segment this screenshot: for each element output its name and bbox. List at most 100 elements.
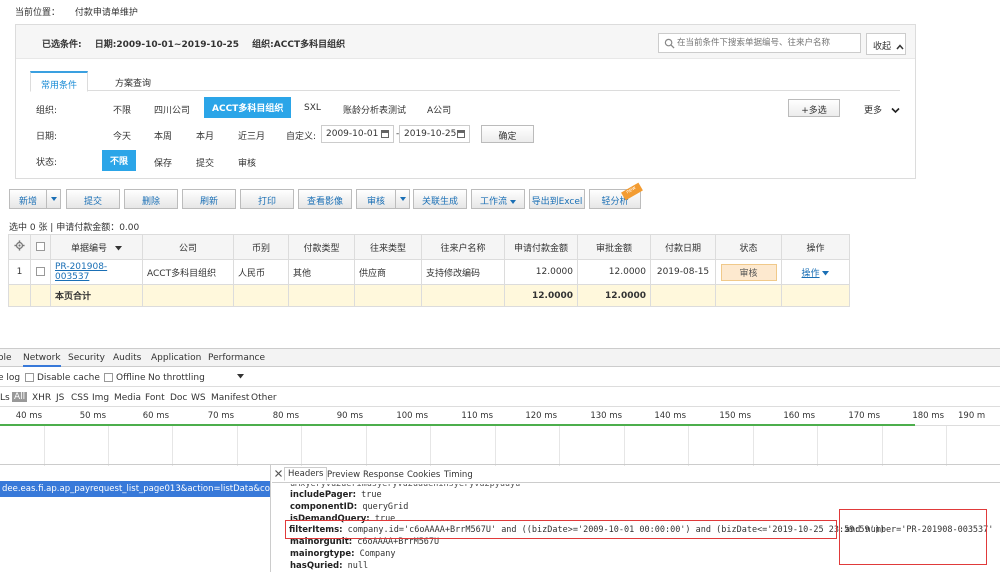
filter-xhr[interactable]: XHR — [32, 393, 51, 403]
select-all-cell[interactable] — [30, 234, 51, 260]
refresh-button[interactable]: 刷新 — [182, 189, 236, 209]
audit-button[interactable]: 审核 — [356, 189, 396, 209]
table-row[interactable]: 1 PR-201908-003537 ACCT多科目组织 人民币 其他 供应商 … — [8, 259, 850, 285]
detail-tab-timing[interactable]: Timing — [444, 470, 473, 480]
search-input[interactable] — [677, 36, 857, 50]
preserve-log-label[interactable]: e log — [0, 373, 20, 383]
column-header-pay-date[interactable]: 付款日期 — [650, 234, 716, 260]
sort-down-icon[interactable] — [114, 245, 122, 251]
new-dropdown-button[interactable] — [47, 189, 61, 209]
print-button[interactable]: 打印 — [240, 189, 294, 209]
view-image-button[interactable]: 查看影像 — [298, 189, 352, 209]
detail-tab-headers[interactable]: Headers — [284, 467, 328, 481]
devtools-tab-console[interactable]: ole — [0, 353, 12, 363]
org-option-acct[interactable]: ACCT多科目组织 — [204, 97, 292, 118]
action-cell[interactable]: 操作 — [781, 259, 850, 285]
row-checkbox-cell[interactable] — [30, 259, 51, 285]
search-box[interactable] — [658, 33, 861, 53]
offline-label[interactable]: Offline — [116, 373, 146, 383]
status-option-saved[interactable]: 保存 — [154, 152, 172, 173]
confirm-date-button[interactable]: 确定 — [481, 125, 534, 143]
filter-css[interactable]: CSS — [71, 393, 89, 403]
org-option-sichuan[interactable]: 四川公司 — [154, 99, 190, 120]
audit-dropdown-button[interactable] — [396, 189, 410, 209]
dropdown-arrow-icon[interactable] — [237, 374, 244, 379]
calendar-icon[interactable] — [457, 130, 465, 138]
filter-img[interactable]: Img — [92, 393, 109, 403]
date-option-today[interactable]: 今天 — [113, 125, 131, 146]
date-option-month[interactable]: 本月 — [196, 125, 214, 146]
delete-button[interactable]: 删除 — [124, 189, 178, 209]
disable-cache-checkbox[interactable] — [25, 373, 34, 382]
column-header-apply-amount[interactable]: 申请付款金额 — [504, 234, 578, 260]
calendar-icon[interactable] — [381, 130, 389, 138]
column-header-pay-type[interactable]: 付款类型 — [288, 234, 355, 260]
org-option-sxl[interactable]: SXL — [304, 99, 321, 117]
timeline-tick: 110 ms — [461, 411, 493, 421]
export-excel-button[interactable]: 导出到Excel — [529, 189, 585, 209]
offline-checkbox[interactable] — [104, 373, 113, 382]
devtools-tab-security[interactable]: Security — [68, 353, 105, 363]
more-button[interactable]: 更多 — [864, 103, 900, 116]
column-header-status[interactable]: 状态 — [715, 234, 782, 260]
disable-cache-label[interactable]: Disable cache — [37, 373, 100, 383]
workflow-button[interactable]: 工作流 — [471, 189, 525, 209]
column-header-label: 单据编号 — [71, 243, 108, 254]
throttling-select[interactable]: No throttling — [148, 373, 205, 383]
multi-select-button[interactable]: +多选 — [788, 99, 840, 117]
filter-doc[interactable]: Doc — [170, 393, 187, 403]
caret-down-icon[interactable] — [822, 270, 830, 276]
status-option-submitted[interactable]: 提交 — [196, 152, 214, 173]
date-to-field[interactable]: 2019-10-25 — [399, 125, 470, 143]
devtools-tab-network[interactable]: Network — [23, 353, 61, 367]
org-option-a-company[interactable]: A公司 — [427, 99, 451, 120]
column-header-partner-type[interactable]: 往来类型 — [354, 234, 422, 260]
date-option-3months[interactable]: 近三月 — [238, 125, 265, 146]
filter-other[interactable]: Other — [251, 393, 277, 403]
filter-media[interactable]: Media — [114, 393, 141, 403]
filter-js[interactable]: JS — [56, 393, 64, 403]
devtools-tab-performance[interactable]: Performance — [208, 353, 265, 363]
gear-icon[interactable] — [14, 240, 25, 251]
org-option-any[interactable]: 不限 — [113, 99, 131, 120]
column-header-company[interactable]: 公司 — [142, 234, 234, 260]
action-link[interactable]: 操作 — [802, 269, 820, 279]
column-header-partner[interactable]: 往来户名称 — [421, 234, 505, 260]
grid-line — [366, 426, 367, 466]
sum-empty — [8, 284, 31, 307]
devtools-tab-application[interactable]: Application — [151, 353, 201, 363]
tab-scheme[interactable]: 方案查询 — [105, 71, 161, 91]
related-generate-button[interactable]: 关联生成 — [413, 189, 467, 209]
date-custom-label: 自定义: — [286, 132, 317, 142]
filter-ls[interactable]: Ls — [0, 393, 10, 403]
date-from-field[interactable]: 2009-10-01 — [321, 125, 394, 143]
column-header-approve-amount[interactable]: 审批金额 — [577, 234, 651, 260]
status-option-any[interactable]: 不限 — [102, 150, 137, 171]
submit-button[interactable]: 提交 — [66, 189, 120, 209]
select-all-checkbox[interactable] — [36, 242, 45, 251]
column-header-number[interactable]: 单据编号 — [50, 234, 143, 260]
settings-column[interactable] — [8, 234, 31, 260]
detail-tab-preview[interactable]: Preview — [327, 470, 360, 480]
collapse-button[interactable]: 收起 — [866, 33, 906, 55]
date-option-week[interactable]: 本周 — [154, 125, 172, 146]
tab-common[interactable]: 常用条件 — [30, 71, 89, 92]
filter-font[interactable]: Font — [145, 393, 165, 403]
request-item[interactable]: dee.eas.fi.ap.ap_payrequest_list_page013… — [0, 481, 270, 497]
filter-ws[interactable]: WS — [191, 393, 206, 403]
bill-number-link[interactable]: PR-201908-003537 — [55, 262, 107, 282]
detail-tab-cookies[interactable]: Cookies — [407, 470, 440, 480]
detail-tab-response[interactable]: Response — [363, 470, 404, 480]
number-cell[interactable]: PR-201908-003537 — [50, 259, 143, 285]
detail-tabs: Headers Preview Response Cookies Timing — [272, 465, 1000, 483]
devtools-tab-audits[interactable]: Audits — [113, 353, 141, 363]
row-checkbox[interactable] — [36, 267, 45, 276]
org-option-aging[interactable]: 账龄分析表测试 — [343, 99, 406, 120]
filter-all[interactable]: All — [12, 392, 28, 402]
column-header-currency[interactable]: 币别 — [233, 234, 289, 260]
status-option-audited[interactable]: 审核 — [238, 152, 256, 173]
new-button[interactable]: 新增 — [9, 189, 47, 209]
timeline-tick: 120 ms — [525, 411, 557, 421]
filter-manifest[interactable]: Manifest — [211, 393, 249, 403]
close-icon[interactable] — [275, 470, 282, 477]
